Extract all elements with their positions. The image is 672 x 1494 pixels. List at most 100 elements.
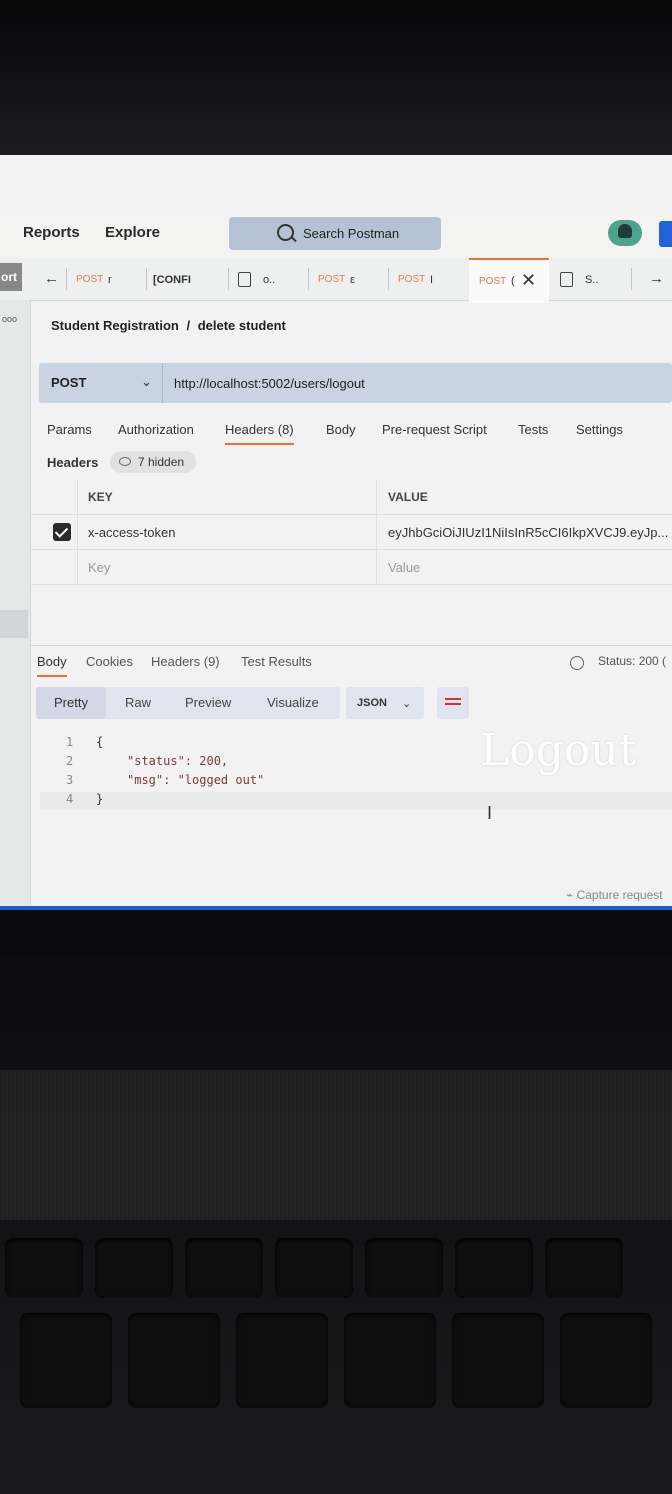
- line-number: 4: [66, 792, 74, 806]
- tab-divider: [388, 268, 389, 290]
- tab-divider: [66, 268, 67, 290]
- tab-response-headers[interactable]: Headers (9): [151, 654, 220, 669]
- tab-request-4[interactable]: POST ε: [318, 258, 378, 300]
- tab-method: POST: [479, 276, 507, 287]
- capture-request-button[interactable]: ⌁ Capture request: [566, 888, 663, 902]
- tab-authorization[interactable]: Authorization: [118, 422, 194, 437]
- tab-divider: [308, 268, 309, 290]
- breadcrumb: Student Registration / delete student: [51, 318, 286, 333]
- tab-body[interactable]: Body: [326, 422, 356, 437]
- keyboard-key: [275, 1238, 353, 1298]
- format-label: JSON: [357, 697, 387, 709]
- breadcrumb-collection[interactable]: Student Registration: [51, 318, 179, 333]
- tab-params[interactable]: Params: [47, 422, 92, 437]
- line-number: 3: [66, 773, 74, 787]
- hidden-count: 7 hidden: [138, 455, 185, 469]
- tab-label: (: [511, 275, 515, 287]
- preview-button[interactable]: Preview: [185, 695, 231, 710]
- sidebar-toggle[interactable]: ort: [0, 263, 22, 291]
- code-line: {: [96, 735, 104, 749]
- laptop-body: [0, 958, 672, 1494]
- key-field[interactable]: Key: [88, 560, 110, 575]
- text-cursor-icon: I: [487, 803, 493, 823]
- sync-cloud-button[interactable]: [608, 220, 642, 246]
- search-icon: [277, 224, 294, 241]
- divider: [77, 515, 78, 549]
- hidden-headers-toggle[interactable]: 7 hidden: [110, 451, 196, 473]
- chevron-down-icon[interactable]: ⌄: [141, 374, 152, 390]
- tab-response-body[interactable]: Body: [37, 654, 67, 677]
- tab-method: POST: [398, 274, 426, 285]
- chevron-down-icon: ⌄: [402, 698, 412, 710]
- tab-request-1[interactable]: POST r: [76, 258, 136, 300]
- keyboard-key: [20, 1313, 112, 1408]
- search-postman-button[interactable]: Search Postman: [229, 217, 441, 250]
- tab-divider: [228, 268, 229, 290]
- wrap-icon: [445, 698, 461, 700]
- divider: [376, 550, 377, 584]
- tab-request-5[interactable]: POST I: [398, 258, 458, 300]
- enabled-checkbox[interactable]: [53, 523, 71, 541]
- divider: [77, 480, 78, 514]
- keyboard-key: [455, 1238, 533, 1298]
- tab-settings[interactable]: Settings: [576, 422, 623, 437]
- cloud-lock-icon: [618, 224, 632, 238]
- upgrade-button[interactable]: [659, 221, 672, 247]
- divider: [77, 550, 78, 584]
- tab-method: POST: [318, 274, 346, 285]
- capture-label: Capture request: [576, 888, 663, 902]
- method-select[interactable]: POST: [51, 375, 86, 390]
- value-field[interactable]: Value: [388, 560, 420, 575]
- tab-label: ε: [350, 274, 355, 286]
- breadcrumb-request[interactable]: delete student: [198, 318, 286, 333]
- document-icon: [238, 272, 251, 287]
- menu-explore[interactable]: Explore: [105, 224, 160, 241]
- tab-cookies[interactable]: Cookies: [86, 654, 133, 669]
- pane-divider[interactable]: [30, 645, 672, 646]
- code-line: "status": 200,: [127, 754, 229, 768]
- keyboard-key: [5, 1238, 83, 1298]
- tab-label: I: [430, 274, 434, 286]
- code-line: "msg": "logged out": [127, 773, 265, 787]
- tab-tests[interactable]: Tests: [518, 422, 548, 437]
- header-key[interactable]: x-access-token: [88, 525, 175, 540]
- postman-window: Reports Explore Search Postman ← POST r …: [0, 155, 672, 910]
- tab-request-7[interactable]: S..: [560, 258, 620, 300]
- tab-method: POST: [76, 274, 104, 285]
- column-value: VALUE: [388, 490, 428, 504]
- wrap-lines-button[interactable]: [437, 687, 469, 719]
- menu-reports[interactable]: Reports: [23, 224, 80, 241]
- tab-headers[interactable]: Headers (8): [225, 422, 294, 445]
- eye-icon: [119, 457, 131, 466]
- table-row-empty: Key Value: [30, 550, 672, 585]
- sidebar-item[interactable]: [0, 610, 28, 638]
- keyboard-key: [365, 1238, 443, 1298]
- table-header-row: KEY VALUE: [30, 480, 672, 515]
- tab-divider: [631, 268, 632, 290]
- format-select[interactable]: JSON ⌄: [346, 687, 424, 719]
- tab-request-2[interactable]: [CONFI: [153, 258, 223, 300]
- tab-pre-request-script[interactable]: Pre-request Script: [382, 422, 487, 437]
- tab-label: r: [108, 274, 112, 286]
- tab-request-3[interactable]: o..: [238, 258, 298, 300]
- url-input[interactable]: http://localhost:5002/users/logout: [174, 376, 365, 391]
- column-key: KEY: [88, 490, 113, 504]
- header-value[interactable]: eyJhbGciOiJIUzI1NiIsInR5cCI6IkpXVCJ9.eyJ…: [388, 525, 668, 540]
- globe-icon[interactable]: [570, 656, 584, 670]
- raw-button[interactable]: Raw: [125, 695, 151, 710]
- tab-label: o..: [263, 274, 276, 286]
- keyboard-key: [545, 1238, 623, 1298]
- search-placeholder: Search Postman: [303, 226, 400, 241]
- keyboard-key: [344, 1313, 436, 1408]
- tab-test-results[interactable]: Test Results: [241, 654, 312, 669]
- tab-active-request[interactable]: POST ( ✕: [469, 258, 549, 303]
- keyboard-key: [560, 1313, 652, 1408]
- taskbar-accent: [0, 906, 672, 910]
- more-icon[interactable]: ooo: [2, 314, 17, 324]
- keyboard-key: [185, 1238, 263, 1298]
- keyboard-key: [236, 1313, 328, 1408]
- visualize-button[interactable]: Visualize: [267, 695, 319, 710]
- close-tab-icon[interactable]: ✕: [521, 270, 536, 291]
- document-icon: [560, 272, 573, 287]
- sidebar-toggle-label: ort: [1, 270, 17, 284]
